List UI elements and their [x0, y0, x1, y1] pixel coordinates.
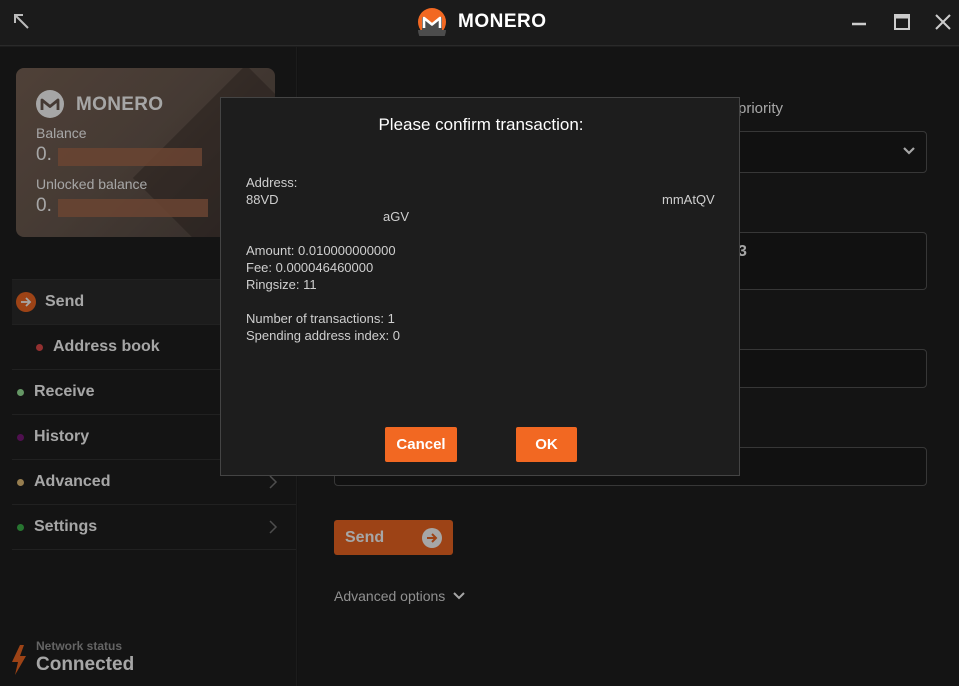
close-icon[interactable]: [934, 13, 952, 31]
address-line1-start: 88VD: [246, 192, 279, 207]
monero-logo-icon: [418, 8, 446, 36]
fee-line: Fee: 0.000046460000: [246, 260, 374, 275]
confirm-transaction-dialog: Please confirm transaction: Address: 88V…: [220, 97, 740, 476]
num-transactions-line: Number of transactions: 1: [246, 311, 395, 326]
address-line1-end: mmAtQV: [662, 192, 715, 207]
minimize-icon[interactable]: [850, 14, 868, 32]
app-window: MONERO MONERO Balance 0. Unlocked balanc…: [0, 0, 959, 686]
maximize-icon[interactable]: [893, 13, 911, 31]
amount-line: Amount: 0.010000000000: [246, 243, 396, 258]
ringsize-line: Ringsize: 11: [246, 277, 317, 292]
cancel-button[interactable]: Cancel: [385, 427, 457, 462]
app-title: MONERO: [458, 11, 547, 32]
ok-button[interactable]: OK: [516, 427, 577, 462]
resize-arrow-icon[interactable]: [12, 12, 32, 32]
dialog-title: Please confirm transaction:: [378, 115, 584, 134]
spending-index-line: Spending address index: 0: [246, 328, 400, 343]
address-label: Address:: [246, 175, 298, 190]
address-line2-end: aGV: [383, 209, 410, 224]
title-bar: MONERO: [0, 0, 959, 46]
